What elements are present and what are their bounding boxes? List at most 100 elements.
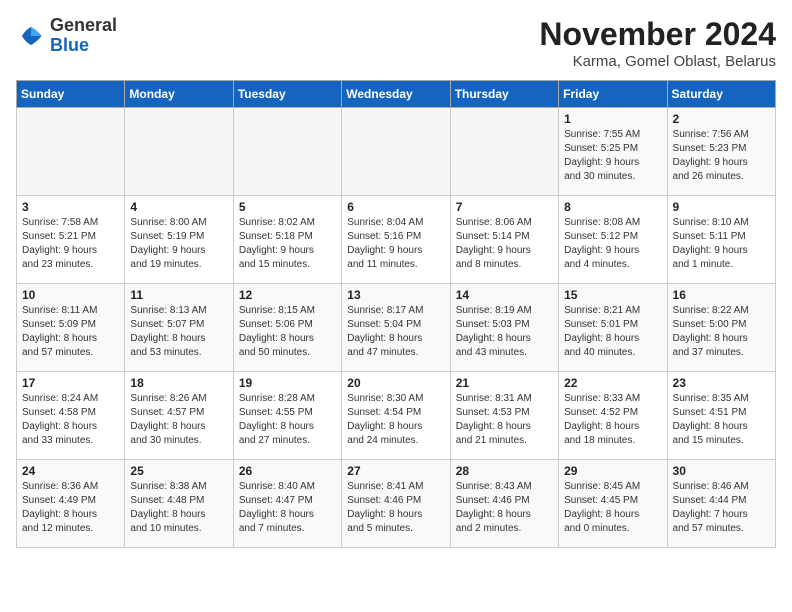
day-number: 20	[347, 376, 444, 390]
day-info: Sunrise: 8:30 AM Sunset: 4:54 PM Dayligh…	[347, 392, 444, 448]
day-number: 12	[239, 288, 336, 302]
calendar-day-cell: 28Sunrise: 8:43 AM Sunset: 4:46 PM Dayli…	[450, 460, 558, 548]
day-number: 1	[564, 112, 661, 126]
day-number: 10	[22, 288, 119, 302]
calendar-day-cell: 27 Sunrise: 8:41 AM Sunset: 4:46 PM Dayli…	[342, 460, 450, 548]
calendar-body: 1Sunrise: 7:55 AM Sunset: 5:25 PM Daylig…	[17, 108, 776, 548]
day-number: 27	[347, 464, 444, 478]
calendar-header-cell: Thursday	[450, 81, 558, 108]
day-number: 21	[456, 376, 553, 390]
day-info: Sunrise: 8:22 AM Sunset: 5:00 PM Dayligh…	[673, 304, 770, 360]
day-number: 14	[456, 288, 553, 302]
day-number: 26	[239, 464, 336, 478]
day-info: Sunrise: 8:46 AM Sunset: 4:44 PM Dayligh…	[673, 480, 770, 536]
day-info: Sunrise: 8:06 AM Sunset: 5:14 PM Dayligh…	[456, 216, 553, 272]
day-info: Sunrise: 8:35 AM Sunset: 4:51 PM Dayligh…	[673, 392, 770, 448]
day-number: 11	[130, 288, 227, 302]
logo: General Blue	[16, 16, 117, 56]
calendar-day-cell: 11 Sunrise: 8:13 AM Sunset: 5:07 PM Dayli…	[125, 284, 233, 372]
calendar-day-cell: 12 Sunrise: 8:15 AM Sunset: 5:06 PM Dayli…	[233, 284, 341, 372]
day-number: 22	[564, 376, 661, 390]
calendar-day-cell	[125, 108, 233, 196]
calendar-day-cell: 6 Sunrise: 8:04 AM Sunset: 5:16 PM Daylig…	[342, 196, 450, 284]
day-number: 9	[673, 200, 770, 214]
calendar-header-cell: Sunday	[17, 81, 125, 108]
day-number: 6	[347, 200, 444, 214]
calendar-day-cell: 17 Sunrise: 8:24 AM Sunset: 4:58 PM Dayli…	[17, 372, 125, 460]
calendar-week-row: 10 Sunrise: 8:11 AM Sunset: 5:09 PM Dayli…	[17, 284, 776, 372]
calendar-day-cell: 19 Sunrise: 8:28 AM Sunset: 4:55 PM Dayli…	[233, 372, 341, 460]
day-info: Sunrise: 8:40 AM Sunset: 4:47 PM Dayligh…	[239, 480, 336, 536]
day-number: 8	[564, 200, 661, 214]
day-info: Sunrise: 8:36 AM Sunset: 4:49 PM Dayligh…	[22, 480, 119, 536]
day-number: 4	[130, 200, 227, 214]
day-info: Sunrise: 8:10 AM Sunset: 5:11 PM Dayligh…	[673, 216, 770, 272]
calendar-day-cell: 2 Sunrise: 7:56 AM Sunset: 5:23 PM Daylig…	[667, 108, 775, 196]
day-number: 5	[239, 200, 336, 214]
calendar-day-cell: 23 Sunrise: 8:35 AM Sunset: 4:51 PM Dayli…	[667, 372, 775, 460]
title-area: November 2024 Karma, Gomel Oblast, Belar…	[539, 16, 776, 70]
calendar-week-row: 1Sunrise: 7:55 AM Sunset: 5:25 PM Daylig…	[17, 108, 776, 196]
day-info: Sunrise: 8:15 AM Sunset: 5:06 PM Dayligh…	[239, 304, 336, 360]
day-info: Sunrise: 8:21 AM Sunset: 5:01 PM Dayligh…	[564, 304, 661, 360]
day-info: Sunrise: 8:31 AM Sunset: 4:53 PM Dayligh…	[456, 392, 553, 448]
calendar-day-cell: 21 Sunrise: 8:31 AM Sunset: 4:53 PM Dayli…	[450, 372, 558, 460]
calendar-day-cell: 7Sunrise: 8:06 AM Sunset: 5:14 PM Daylig…	[450, 196, 558, 284]
day-info: Sunrise: 8:17 AM Sunset: 5:04 PM Dayligh…	[347, 304, 444, 360]
day-number: 25	[130, 464, 227, 478]
day-number: 17	[22, 376, 119, 390]
day-number: 2	[673, 112, 770, 126]
day-info: Sunrise: 8:13 AM Sunset: 5:07 PM Dayligh…	[130, 304, 227, 360]
day-number: 19	[239, 376, 336, 390]
calendar-day-cell	[233, 108, 341, 196]
calendar-day-cell: 25Sunrise: 8:38 AM Sunset: 4:48 PM Dayli…	[125, 460, 233, 548]
day-info: Sunrise: 8:02 AM Sunset: 5:18 PM Dayligh…	[239, 216, 336, 272]
month-title: November 2024	[539, 16, 776, 53]
calendar-day-cell	[342, 108, 450, 196]
calendar-day-cell: 14 Sunrise: 8:19 AM Sunset: 5:03 PM Dayli…	[450, 284, 558, 372]
day-info: Sunrise: 8:11 AM Sunset: 5:09 PM Dayligh…	[22, 304, 119, 360]
day-info: Sunrise: 8:19 AM Sunset: 5:03 PM Dayligh…	[456, 304, 553, 360]
header: General Blue November 2024 Karma, Gomel …	[16, 16, 776, 70]
calendar-day-cell: 24Sunrise: 8:36 AM Sunset: 4:49 PM Dayli…	[17, 460, 125, 548]
day-number: 29	[564, 464, 661, 478]
calendar-day-cell: 13 Sunrise: 8:17 AM Sunset: 5:04 PM Dayli…	[342, 284, 450, 372]
day-number: 13	[347, 288, 444, 302]
day-info: Sunrise: 8:08 AM Sunset: 5:12 PM Dayligh…	[564, 216, 661, 272]
calendar-day-cell: 16Sunrise: 8:22 AM Sunset: 5:00 PM Dayli…	[667, 284, 775, 372]
calendar-day-cell: 15Sunrise: 8:21 AM Sunset: 5:01 PM Dayli…	[559, 284, 667, 372]
day-info: Sunrise: 8:43 AM Sunset: 4:46 PM Dayligh…	[456, 480, 553, 536]
day-info: Sunrise: 8:28 AM Sunset: 4:55 PM Dayligh…	[239, 392, 336, 448]
day-info: Sunrise: 7:56 AM Sunset: 5:23 PM Dayligh…	[673, 128, 770, 184]
calendar-day-cell: 10 Sunrise: 8:11 AM Sunset: 5:09 PM Dayli…	[17, 284, 125, 372]
calendar-day-cell: 29 Sunrise: 8:45 AM Sunset: 4:45 PM Dayli…	[559, 460, 667, 548]
calendar-header-cell: Saturday	[667, 81, 775, 108]
calendar-header-row: SundayMondayTuesdayWednesdayThursdayFrid…	[17, 81, 776, 108]
day-info: Sunrise: 8:41 AM Sunset: 4:46 PM Dayligh…	[347, 480, 444, 536]
day-info: Sunrise: 8:45 AM Sunset: 4:45 PM Dayligh…	[564, 480, 661, 536]
calendar-day-cell: 9 Sunrise: 8:10 AM Sunset: 5:11 PM Daylig…	[667, 196, 775, 284]
calendar-day-cell: 30Sunrise: 8:46 AM Sunset: 4:44 PM Dayli…	[667, 460, 775, 548]
calendar-header-cell: Wednesday	[342, 81, 450, 108]
calendar-day-cell: 5 Sunrise: 8:02 AM Sunset: 5:18 PM Daylig…	[233, 196, 341, 284]
day-info: Sunrise: 7:58 AM Sunset: 5:21 PM Dayligh…	[22, 216, 119, 272]
logo-icon	[16, 21, 46, 51]
calendar-day-cell: 18Sunrise: 8:26 AM Sunset: 4:57 PM Dayli…	[125, 372, 233, 460]
calendar-day-cell: 3Sunrise: 7:58 AM Sunset: 5:21 PM Daylig…	[17, 196, 125, 284]
calendar-day-cell: 20 Sunrise: 8:30 AM Sunset: 4:54 PM Dayli…	[342, 372, 450, 460]
calendar-week-row: 3Sunrise: 7:58 AM Sunset: 5:21 PM Daylig…	[17, 196, 776, 284]
calendar-day-cell	[17, 108, 125, 196]
calendar-header-cell: Tuesday	[233, 81, 341, 108]
calendar-week-row: 24Sunrise: 8:36 AM Sunset: 4:49 PM Dayli…	[17, 460, 776, 548]
calendar-day-cell: 22 Sunrise: 8:33 AM Sunset: 4:52 PM Dayli…	[559, 372, 667, 460]
calendar-day-cell: 1Sunrise: 7:55 AM Sunset: 5:25 PM Daylig…	[559, 108, 667, 196]
day-info: Sunrise: 8:24 AM Sunset: 4:58 PM Dayligh…	[22, 392, 119, 448]
day-info: Sunrise: 8:04 AM Sunset: 5:16 PM Dayligh…	[347, 216, 444, 272]
subtitle: Karma, Gomel Oblast, Belarus	[539, 53, 776, 70]
day-info: Sunrise: 8:00 AM Sunset: 5:19 PM Dayligh…	[130, 216, 227, 272]
day-info: Sunrise: 8:33 AM Sunset: 4:52 PM Dayligh…	[564, 392, 661, 448]
day-info: Sunrise: 8:26 AM Sunset: 4:57 PM Dayligh…	[130, 392, 227, 448]
calendar-day-cell: 26 Sunrise: 8:40 AM Sunset: 4:47 PM Dayli…	[233, 460, 341, 548]
calendar-week-row: 17 Sunrise: 8:24 AM Sunset: 4:58 PM Dayli…	[17, 372, 776, 460]
day-number: 23	[673, 376, 770, 390]
